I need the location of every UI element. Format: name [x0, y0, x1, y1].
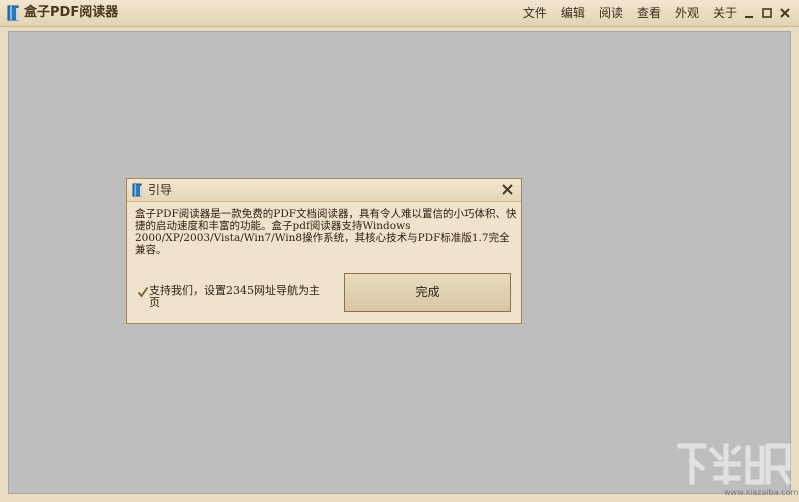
- watermark-logo: [677, 443, 792, 486]
- guide-dialog: 引导 盒子PDF阅读器是一款免费的PDF文档阅读器，具有令人难以置信的小巧体积、…: [126, 178, 522, 324]
- watermark-text: www.xiazaiba.com: [724, 488, 799, 497]
- title-bar[interactable]: 盒子PDF阅读器 文件 编辑 阅读 查看 外观 关于: [0, 0, 799, 27]
- dialog-title: 引导: [148, 183, 173, 197]
- dialog-description: 盒子PDF阅读器是一款免费的PDF文档阅读器，具有令人难以置信的小巧体积、快捷的…: [135, 208, 517, 256]
- menu-read[interactable]: 阅读: [599, 4, 623, 22]
- checkmark-icon[interactable]: [137, 286, 149, 298]
- menu-appearance[interactable]: 外观: [675, 4, 699, 22]
- menu-file[interactable]: 文件: [523, 4, 547, 22]
- app-title: 盒子PDF阅读器: [24, 5, 119, 20]
- menu-view[interactable]: 查看: [637, 4, 661, 22]
- book-icon: [7, 5, 19, 21]
- support-homepage-label[interactable]: 支持我们，设置2345网址导航为主页: [149, 285, 329, 309]
- window-controls: [739, 4, 793, 22]
- close-icon[interactable]: [501, 183, 514, 196]
- close-icon[interactable]: [777, 5, 793, 21]
- menu-bar: 文件 编辑 阅读 查看 外观 关于: [509, 4, 737, 22]
- menu-about[interactable]: 关于: [713, 4, 737, 22]
- book-icon: [132, 183, 143, 197]
- menu-edit[interactable]: 编辑: [561, 4, 585, 22]
- minimize-icon[interactable]: [741, 5, 757, 21]
- dialog-title-bar[interactable]: 引导: [127, 179, 521, 202]
- maximize-icon[interactable]: [759, 5, 775, 21]
- app-window: 盒子PDF阅读器 文件 编辑 阅读 查看 外观 关于 引导 盒子PDF阅读器是一…: [0, 0, 799, 502]
- done-button[interactable]: 完成: [344, 273, 511, 312]
